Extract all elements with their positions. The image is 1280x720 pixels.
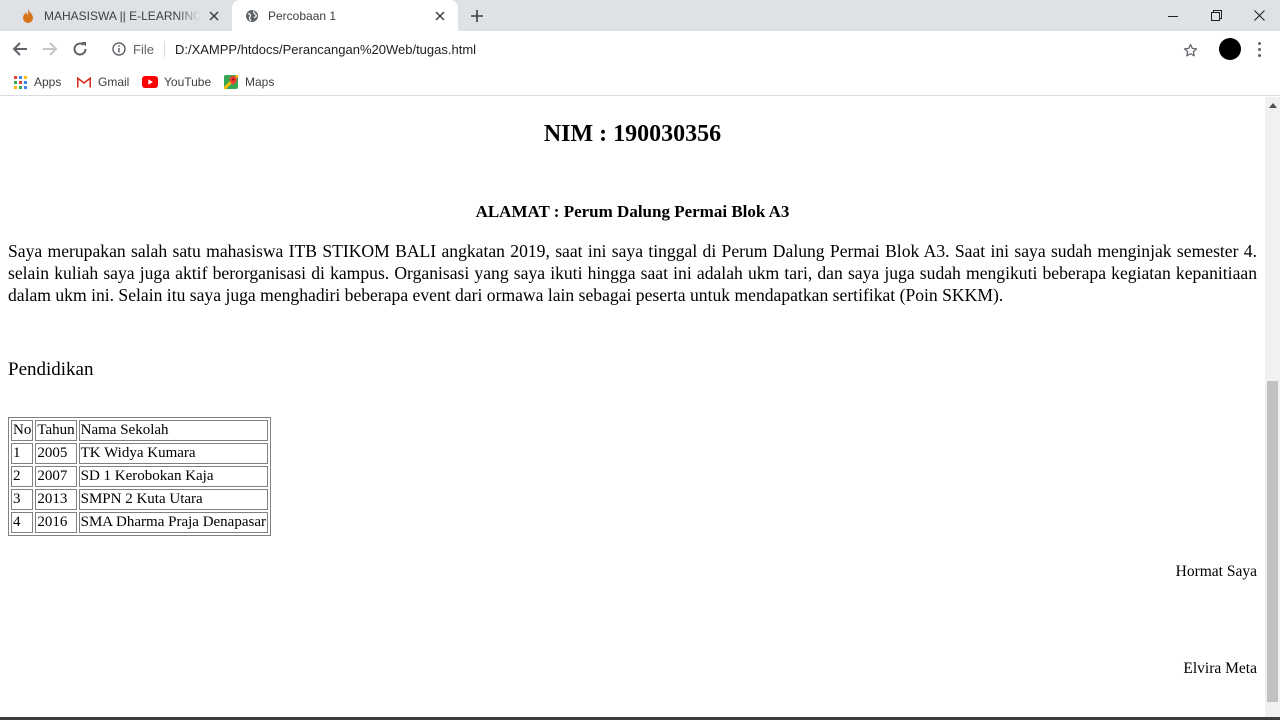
- tab-strip: MAHASISWA || E-LEARNING STIKOM Percobaan…: [0, 0, 1280, 31]
- table-cell: TK Widya Kumara: [78, 443, 268, 464]
- bookmark-label: Gmail: [98, 75, 130, 89]
- table-cell: 2007: [35, 466, 77, 487]
- minimize-icon: [1168, 15, 1178, 17]
- youtube-icon: [142, 74, 158, 90]
- table-cell: 4: [11, 512, 34, 533]
- table-row: 4 2016 SMA Dharma Praja Denapasar: [11, 512, 268, 533]
- address-divider: [163, 41, 165, 57]
- tab-elearning[interactable]: MAHASISWA || E-LEARNING STIKOM: [8, 0, 232, 31]
- education-section-title: Pendidikan: [8, 359, 94, 380]
- close-icon: [1253, 10, 1265, 21]
- table-row: 2 2007 SD 1 Kerobokan Kaja: [11, 466, 268, 487]
- gmail-icon: [76, 74, 92, 90]
- table-cell: 2013: [35, 489, 77, 510]
- page-viewport: NIM : 190030356 ALAMAT : Perum Dalung Pe…: [0, 97, 1265, 718]
- nim-heading: NIM : 190030356: [543, 121, 722, 147]
- bookmark-apps[interactable]: Apps: [12, 71, 61, 93]
- bookmark-label: Maps: [245, 75, 275, 89]
- bio-paragraph: Saya merupakan salah satu mahasiswa ITB …: [8, 241, 1257, 305]
- bookmark-label: YouTube: [164, 75, 212, 89]
- forward-button[interactable]: [36, 35, 64, 63]
- table-cell: 2: [11, 466, 34, 487]
- table-header-cell: Tahun: [35, 420, 77, 441]
- maps-icon: [223, 74, 239, 90]
- table-header-cell: No: [11, 420, 34, 441]
- back-arrow-icon: [12, 42, 27, 56]
- menu-kebab-icon[interactable]: [1252, 39, 1266, 59]
- table-cell: SMPN 2 Kuta Utara: [78, 489, 268, 510]
- tab-percobaan[interactable]: Percobaan 1: [232, 0, 458, 31]
- close-tab-icon[interactable]: [432, 8, 448, 24]
- table-cell: 3: [11, 489, 34, 510]
- vertical-scrollbar[interactable]: [1265, 97, 1280, 718]
- education-table: No Tahun Nama Sekolah 1 2005 TK Widya Ku…: [8, 417, 271, 536]
- table-cell: 2016: [35, 512, 77, 533]
- tab-title: Percobaan 1: [268, 8, 337, 23]
- new-tab-button[interactable]: [466, 5, 488, 27]
- table-row: 3 2013 SMPN 2 Kuta Utara: [11, 489, 268, 510]
- bookmarks-bar: Apps Gmail YouTube Maps: [0, 67, 1280, 96]
- globe-icon: [244, 8, 260, 24]
- bookmark-star-icon[interactable]: [1180, 40, 1200, 60]
- url-text[interactable]: D:/XAMPP/htdocs/Perancangan%20Web/tugas.…: [175, 42, 476, 57]
- restore-button[interactable]: [1194, 0, 1238, 31]
- profile-avatar[interactable]: [1219, 38, 1241, 60]
- table-cell: SD 1 Kerobokan Kaja: [78, 466, 268, 487]
- table-header-cell: Nama Sekolah: [78, 420, 268, 441]
- table-cell: 2005: [35, 443, 77, 464]
- signer-name: Elvira Meta: [1183, 660, 1257, 677]
- closing-text: Hormat Saya: [1175, 563, 1257, 580]
- table-cell: SMA Dharma Praja Denapasar: [78, 512, 268, 533]
- reload-button[interactable]: [66, 35, 94, 63]
- bookmark-youtube[interactable]: YouTube: [142, 71, 211, 93]
- reload-icon: [73, 42, 87, 56]
- address-heading: ALAMAT : Perum Dalung Permai Blok A3: [475, 202, 790, 221]
- bookmark-label: Apps: [34, 75, 62, 89]
- flame-icon: [20, 8, 36, 24]
- tab-title: MAHASISWA || E-LEARNING STIKOM: [44, 8, 200, 23]
- restore-icon: [1210, 10, 1222, 21]
- close-window-button[interactable]: [1237, 0, 1280, 31]
- plus-icon: [471, 10, 483, 22]
- minimize-button[interactable]: [1151, 0, 1195, 31]
- scrollbar-thumb[interactable]: [1267, 381, 1278, 702]
- address-bar[interactable]: File D:/XAMPP/htdocs/Perancangan%20Web/t…: [103, 34, 1207, 64]
- table-header-row: No Tahun Nama Sekolah: [11, 420, 268, 441]
- back-button[interactable]: [6, 35, 34, 63]
- table-row: 1 2005 TK Widya Kumara: [11, 443, 268, 464]
- scroll-up-arrow-icon[interactable]: [1265, 97, 1280, 112]
- browser-toolbar: File D:/XAMPP/htdocs/Perancangan%20Web/t…: [0, 31, 1280, 67]
- info-icon[interactable]: [111, 41, 127, 57]
- scheme-label: File: [133, 41, 154, 57]
- bookmark-gmail[interactable]: Gmail: [76, 71, 129, 93]
- close-tab-icon[interactable]: [206, 8, 222, 24]
- table-cell: 1: [11, 443, 34, 464]
- bookmark-maps[interactable]: Maps: [223, 71, 274, 93]
- apps-grid-icon: [12, 74, 28, 90]
- forward-arrow-icon: [43, 42, 58, 56]
